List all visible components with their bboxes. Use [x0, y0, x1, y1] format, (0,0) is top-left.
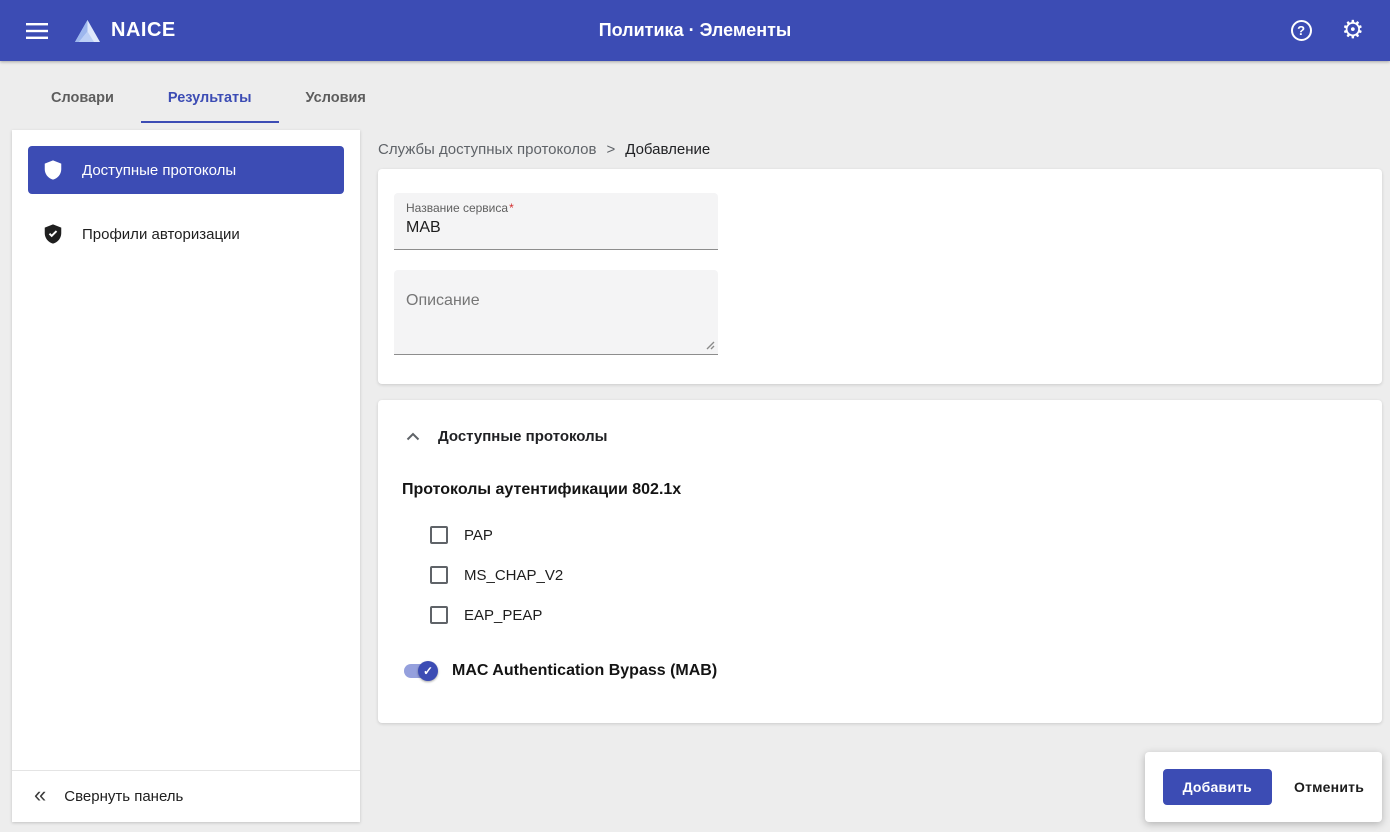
tab-dictionaries[interactable]: Словари — [24, 78, 141, 123]
breadcrumb: Службы доступных протоколов > Добавление — [378, 141, 710, 158]
shield-icon — [42, 159, 64, 181]
collapse-panel-label: Свернуть панель — [64, 788, 183, 805]
service-form-card: Название сервиса* — [378, 169, 1382, 384]
breadcrumb-parent[interactable]: Службы доступных протоколов — [378, 141, 596, 158]
breadcrumb-current: Добавление — [625, 141, 710, 158]
double-chevron-left-icon: « — [34, 784, 46, 806]
mab-toggle-row: ✓ MAC Authentication Bypass (MAB) — [402, 661, 1358, 681]
section-collapse-button[interactable] — [402, 428, 424, 445]
checkbox[interactable] — [430, 606, 448, 624]
add-button[interactable]: Добавить — [1163, 769, 1272, 805]
service-name-label: Название сервиса* — [406, 201, 706, 215]
gear-icon[interactable]: ⚙ — [1338, 14, 1368, 47]
checkbox-row-eap-peap[interactable]: EAP_PEAP — [430, 595, 1358, 635]
brand-logo — [74, 19, 101, 43]
resize-handle-icon[interactable] — [704, 339, 715, 350]
sidebar-item-allowed-protocols[interactable]: Доступные протоколы — [28, 146, 344, 194]
protocol-checkbox-list: PAP MS_CHAP_V2 EAP_PEAP — [430, 515, 1358, 635]
help-icon[interactable]: ? — [1287, 16, 1316, 45]
checkbox-row-ms-chap-v2[interactable]: MS_CHAP_V2 — [430, 555, 1358, 595]
brand: NAICE — [74, 19, 176, 43]
tab-conditions[interactable]: Условия — [279, 78, 393, 123]
gear-glyph: ⚙ — [1342, 18, 1364, 43]
description-field — [394, 270, 718, 355]
help-glyph: ? — [1291, 20, 1312, 41]
sidebar-item-label: Доступные протоколы — [82, 162, 236, 179]
form-actions: Добавить Отменить — [1145, 752, 1382, 822]
checkbox-row-pap[interactable]: PAP — [430, 515, 1358, 555]
checkbox[interactable] — [430, 566, 448, 584]
section-header: Доступные протоколы — [402, 428, 1358, 445]
service-name-field: Название сервиса* — [394, 193, 718, 250]
checkbox[interactable] — [430, 526, 448, 544]
toggle-thumb: ✓ — [418, 661, 438, 681]
checkbox-label: EAP_PEAP — [464, 607, 542, 624]
service-name-label-text: Название сервиса — [406, 201, 508, 215]
collapse-panel-button[interactable]: « Свернуть панель — [12, 770, 360, 822]
appbar-actions: ? ⚙ — [1287, 14, 1368, 47]
shield-check-icon — [42, 223, 64, 245]
check-icon: ✓ — [423, 665, 433, 677]
service-name-input[interactable] — [406, 219, 706, 243]
app-header: NAICE Политика · Элементы ? ⚙ — [0, 0, 1390, 61]
hamburger-lines — [26, 23, 48, 39]
allowed-protocols-card: Доступные протоколы Протоколы аутентифик… — [378, 400, 1382, 723]
breadcrumb-separator-icon: > — [606, 141, 615, 158]
protocols-subtitle: Протоколы аутентификации 802.1x — [402, 481, 1358, 499]
cancel-button[interactable]: Отменить — [1294, 779, 1364, 795]
page-title: Политика · Элементы — [599, 20, 792, 41]
sidebar: Доступные протоколы Профили авторизации … — [12, 130, 360, 822]
tab-bar: Словари Результаты Условия — [24, 78, 393, 123]
checkbox-label: MS_CHAP_V2 — [464, 567, 563, 584]
sidebar-item-authorization-profiles[interactable]: Профили авторизации — [28, 210, 344, 258]
brand-name: NAICE — [111, 19, 176, 42]
tab-results[interactable]: Результаты — [141, 78, 279, 123]
description-input[interactable] — [394, 270, 718, 354]
toggle-label: MAC Authentication Bypass (MAB) — [452, 662, 717, 680]
sidebar-item-label: Профили авторизации — [82, 226, 240, 243]
chevron-up-icon — [406, 432, 420, 441]
menu-icon[interactable] — [22, 19, 52, 43]
required-marker: * — [509, 201, 514, 215]
section-title: Доступные протоколы — [438, 428, 607, 445]
checkbox-label: PAP — [464, 527, 493, 544]
toggle-switch[interactable]: ✓ — [402, 661, 438, 681]
